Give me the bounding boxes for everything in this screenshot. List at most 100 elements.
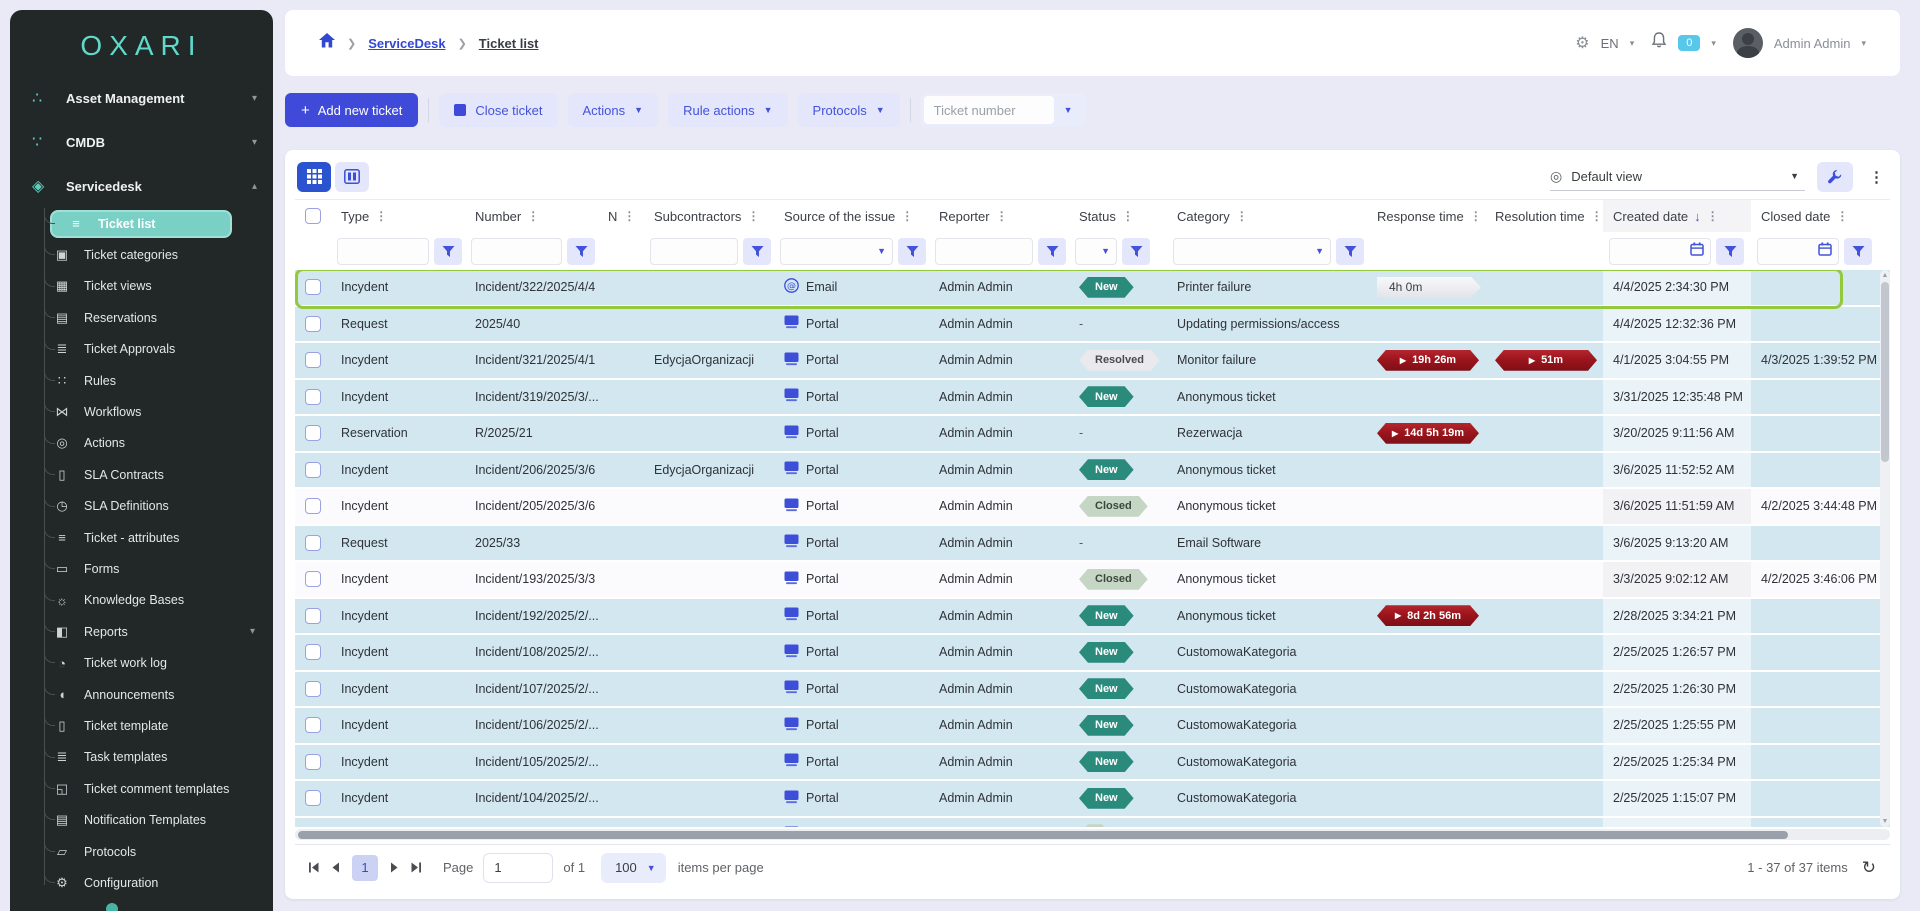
sidebar-item-workflows[interactable]: ⋈Workflows	[10, 396, 273, 427]
calendar-icon[interactable]	[1818, 242, 1832, 261]
notification-chevron-down-icon[interactable]: ▾	[1711, 38, 1716, 49]
scroll-up-icon[interactable]: ▲	[1880, 272, 1890, 279]
previous-page-button[interactable]	[332, 862, 340, 873]
sidebar-group-cmdb[interactable]: ∵CMDB▾	[10, 120, 273, 164]
table-row[interactable]: IncydentIncident/106/2025/2/...PortalAdm…	[295, 708, 1890, 745]
column-menu-kebab-icon[interactable]: ⋮	[1836, 209, 1848, 223]
language-selector[interactable]: EN	[1601, 36, 1619, 51]
table-row[interactable]: IncydentIncident/322/2025/4/4@EmailAdmin…	[295, 270, 1890, 307]
user-avatar[interactable]	[1733, 28, 1763, 58]
horizontal-scrollbar-thumb[interactable]	[298, 831, 1788, 839]
sidebar-item-ticket-approvals[interactable]: ≣Ticket Approvals	[10, 334, 273, 365]
rule-actions-dropdown-button[interactable]: Rule actions▼	[668, 93, 787, 127]
row-checkbox[interactable]	[305, 279, 321, 295]
row-checkbox[interactable]	[305, 790, 321, 806]
sidebar-item-protocols[interactable]: ▱Protocols	[10, 836, 273, 867]
sidebar-item-announcements[interactable]: ◖Announcements	[10, 679, 273, 710]
user-name[interactable]: Admin Admin	[1774, 36, 1851, 51]
table-row[interactable]: IncydentIncident/205/2025/3/6PortalAdmin…	[295, 489, 1890, 526]
language-chevron-down-icon[interactable]: ▾	[1630, 38, 1635, 49]
table-row[interactable]: ReservationR/2025/21PortalAdmin Admin-Re…	[295, 416, 1890, 453]
filter-text-input[interactable]	[471, 238, 562, 265]
grid-view-toggle[interactable]	[297, 162, 331, 192]
table-row[interactable]: IncydentIncident/192/2025/2/...PortalAdm…	[295, 599, 1890, 636]
filter-text-input[interactable]	[650, 238, 738, 265]
table-row[interactable]: IncydentIncident/321/2025/4/1EdycjaOrgan…	[295, 343, 1890, 380]
table-row[interactable]: IncydentIncident/108/2025/2/...PortalAdm…	[295, 635, 1890, 672]
row-checkbox[interactable]	[305, 754, 321, 770]
ticket-number-input[interactable]	[924, 96, 1054, 124]
table-row[interactable]	[295, 818, 1890, 828]
table-row[interactable]: IncydentIncident/206/2025/3/6EdycjaOrgan…	[295, 453, 1890, 490]
next-page-button[interactable]	[390, 862, 398, 873]
sidebar-item-actions[interactable]: ◎Actions	[10, 428, 273, 459]
vertical-scrollbar-thumb[interactable]	[1881, 282, 1889, 462]
filter-select[interactable]: ▼	[1173, 238, 1331, 265]
refresh-icon[interactable]: ↻	[1862, 858, 1876, 878]
sidebar-item-ticket-views[interactable]: ▦Ticket views	[10, 271, 273, 302]
filter-date-input[interactable]	[1757, 238, 1839, 265]
column-menu-kebab-icon[interactable]: ⋮	[527, 209, 539, 223]
sidebar-item-sla-definitions[interactable]: ◷SLA Definitions	[10, 491, 273, 522]
row-checkbox[interactable]	[305, 352, 321, 368]
scroll-down-icon[interactable]: ▼	[1880, 818, 1890, 825]
sidebar-item-sla-contracts[interactable]: ▯SLA Contracts	[10, 459, 273, 490]
sidebar-group-asset-management[interactable]: ∴Asset Management▾	[10, 76, 273, 120]
row-checkbox[interactable]	[305, 681, 321, 697]
select-all-checkbox[interactable]	[305, 208, 321, 224]
column-menu-kebab-icon[interactable]: ⋮	[1707, 209, 1719, 223]
column-menu-kebab-icon[interactable]: ⋮	[375, 209, 387, 223]
sidebar-item-ticket-work-log[interactable]: ◔Ticket work log	[10, 647, 273, 678]
filter-select[interactable]: ▼	[1075, 238, 1117, 265]
row-checkbox[interactable]	[305, 535, 321, 551]
sidebar-item-knowledge-bases[interactable]: ☼Knowledge Bases	[10, 585, 273, 616]
first-page-button[interactable]	[309, 862, 320, 873]
row-checkbox[interactable]	[305, 608, 321, 624]
filter-funnel-button[interactable]	[1122, 238, 1150, 265]
sidebar-item-configuration[interactable]: ⚙Configuration	[10, 867, 273, 898]
current-page-button[interactable]: 1	[352, 855, 378, 881]
sidebar-item-rules[interactable]: ∷Rules	[10, 365, 273, 396]
filter-funnel-button[interactable]	[743, 238, 771, 265]
breadcrumb-ticket-list[interactable]: Ticket list	[479, 36, 539, 51]
view-selector[interactable]: ◎ Default view ▼	[1550, 163, 1805, 191]
filter-text-input[interactable]	[935, 238, 1033, 265]
filter-funnel-button[interactable]	[1336, 238, 1364, 265]
close-ticket-button[interactable]: Close ticket	[439, 93, 557, 127]
table-row[interactable]: IncydentIncident/105/2025/2/...PortalAdm…	[295, 745, 1890, 782]
row-checkbox[interactable]	[305, 717, 321, 733]
column-menu-kebab-icon[interactable]: ⋮	[1122, 209, 1134, 223]
table-row[interactable]: IncydentIncident/104/2025/2/...PortalAdm…	[295, 781, 1890, 818]
sidebar-item-ticket-comment-templates[interactable]: ◱Ticket comment templates	[10, 773, 273, 804]
page-number-input[interactable]	[483, 853, 553, 883]
row-checkbox[interactable]	[305, 571, 321, 587]
column-menu-kebab-icon[interactable]: ⋮	[901, 209, 913, 223]
column-menu-kebab-icon[interactable]: ⋮	[747, 209, 759, 223]
column-settings-wrench-button[interactable]	[1817, 162, 1853, 192]
settings-gear-icon[interactable]: ⚙	[1575, 33, 1589, 53]
actions-dropdown-button[interactable]: Actions▼	[568, 93, 659, 127]
table-row[interactable]: Request2025/40PortalAdmin Admin-Updating…	[295, 307, 1890, 344]
sort-descending-icon[interactable]: ↓	[1694, 209, 1701, 224]
notifications-bell-icon[interactable]	[1651, 32, 1667, 54]
row-checkbox[interactable]	[305, 498, 321, 514]
sidebar-item-forms[interactable]: ▭Forms	[10, 553, 273, 584]
column-menu-kebab-icon[interactable]: ⋮	[1470, 209, 1482, 223]
filter-funnel-button[interactable]	[1716, 238, 1744, 265]
row-checkbox[interactable]	[305, 316, 321, 332]
filter-funnel-button[interactable]	[434, 238, 462, 265]
filter-funnel-button[interactable]	[1038, 238, 1066, 265]
row-checkbox[interactable]	[305, 462, 321, 478]
breadcrumb-servicedesk[interactable]: ServiceDesk	[368, 36, 445, 51]
notification-count-badge[interactable]: 0	[1678, 35, 1700, 51]
sidebar-group-servicedesk[interactable]: ◈Servicedesk▴	[10, 164, 273, 208]
sidebar-item-reports[interactable]: ◧Reports▾	[10, 616, 273, 647]
protocols-dropdown-button[interactable]: Protocols▼	[798, 93, 900, 127]
horizontal-scrollbar[interactable]	[295, 829, 1890, 840]
add-new-ticket-button[interactable]: + Add new ticket	[285, 93, 418, 127]
row-checkbox[interactable]	[305, 425, 321, 441]
more-options-kebab-icon[interactable]: ⋮	[1865, 168, 1888, 186]
row-checkbox[interactable]	[305, 644, 321, 660]
sidebar-item-task-templates[interactable]: ≣Task templates	[10, 742, 273, 773]
sidebar-item-reservations[interactable]: ▤Reservations	[10, 302, 273, 333]
